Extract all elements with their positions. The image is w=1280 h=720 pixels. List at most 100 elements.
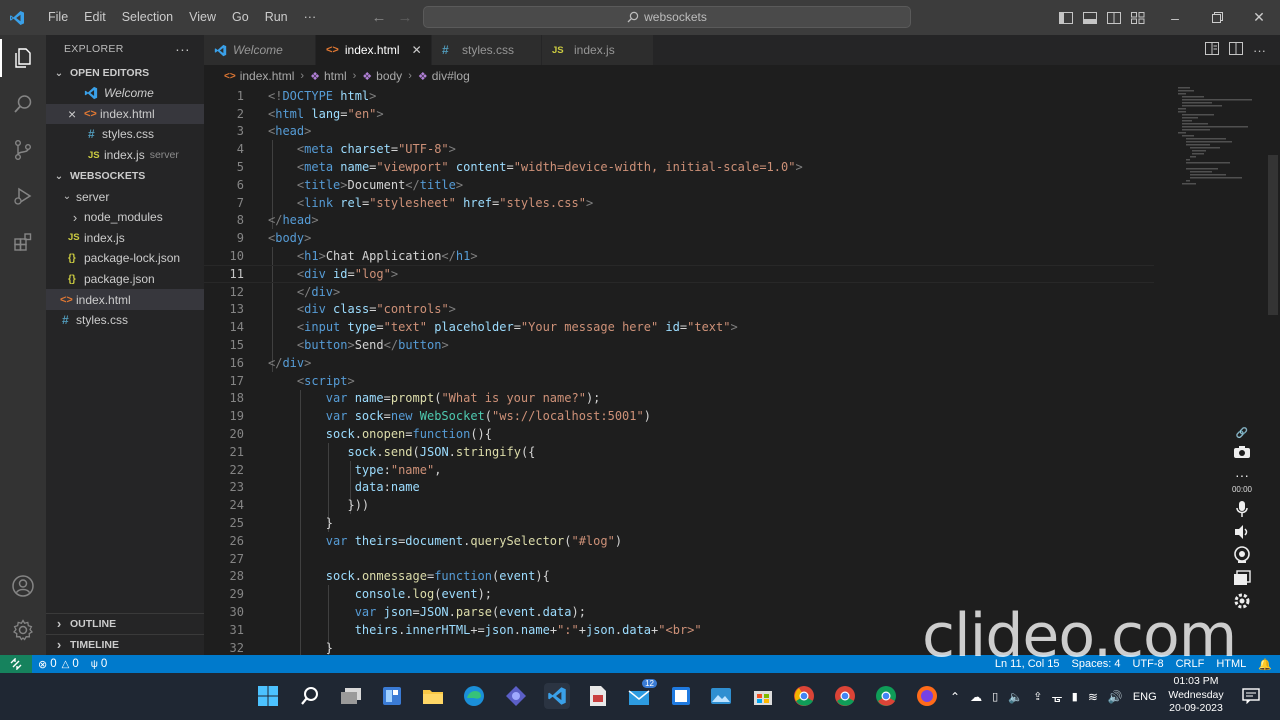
task-view-icon[interactable] (338, 683, 364, 709)
code-line[interactable]: 1 <!DOCTYPE html> (204, 87, 1154, 105)
menu-item-file[interactable]: File (40, 0, 76, 35)
vscode-taskbar-icon[interactable] (544, 683, 570, 709)
mail-icon[interactable]: 12 (627, 679, 657, 709)
onedrive-icon[interactable]: ☁ (970, 690, 982, 704)
microphone-icon[interactable] (1236, 500, 1248, 518)
window-capture-icon[interactable] (1233, 570, 1251, 586)
code-line[interactable]: 22 type:"name", (204, 461, 1154, 479)
code-line[interactable]: 6 <title>Document</title> (204, 176, 1154, 194)
restore-icon[interactable] (1196, 0, 1238, 35)
line-ending[interactable]: CRLF (1176, 658, 1205, 670)
code-line[interactable]: 32 } (204, 639, 1154, 655)
breadcrumb-body[interactable]: body (376, 69, 402, 83)
problems-indicator[interactable]: ⊗ 0 △ 0 (32, 658, 85, 671)
indentation[interactable]: Spaces: 4 (1072, 658, 1121, 670)
tree-folder-node-modules[interactable]: › node_modules (46, 207, 204, 228)
code-line[interactable]: 10 <h1>Chat Application</h1> (204, 247, 1154, 265)
code-line[interactable]: 5 <meta name="viewport" content="width=d… (204, 158, 1154, 176)
code-line[interactable]: 31 theirs.innerHTML+=json.name+":"+json.… (204, 621, 1154, 639)
tree-file-index-html[interactable]: <> index.html (46, 289, 204, 310)
command-center-search[interactable]: websockets (423, 6, 911, 28)
code-line[interactable]: 21 sock.send(JSON.stringify({ (204, 443, 1154, 461)
encoding[interactable]: UTF-8 (1132, 658, 1163, 670)
toggle-secondary-sidebar-icon[interactable] (1102, 0, 1126, 35)
code-line[interactable]: 7 <link rel="stylesheet" href="styles.cs… (204, 194, 1154, 212)
code-line[interactable]: 20 sock.onopen=function(){ (204, 425, 1154, 443)
taskbar-search-icon[interactable] (297, 683, 323, 709)
code-line[interactable]: 17 <script> (204, 372, 1154, 390)
camera-icon[interactable] (1233, 445, 1251, 459)
code-line[interactable]: 30 var json=JSON.parse(event.data); (204, 603, 1154, 621)
go-back-icon[interactable]: ← (366, 9, 392, 26)
toggle-sidebar-icon[interactable] (1054, 0, 1078, 35)
language-mode[interactable]: HTML (1216, 658, 1246, 670)
menu-item-go[interactable]: Go (224, 0, 257, 35)
minimap[interactable] (1176, 87, 1266, 187)
more-options-icon[interactable]: ··· (1235, 468, 1249, 482)
link-icon[interactable]: 🔗 (1236, 428, 1248, 439)
code-line[interactable]: 23 data:name (204, 479, 1154, 497)
code-line[interactable]: 29 console.log(event); (204, 585, 1154, 603)
code-line[interactable]: 12 </div> (204, 283, 1154, 301)
upload-icon[interactable]: ⇪ (1033, 690, 1042, 703)
whiteboard-app-icon[interactable] (668, 683, 694, 709)
ports-indicator[interactable]: ψ 0 (85, 658, 114, 670)
code-line[interactable]: 8 </head> (204, 212, 1154, 230)
source-control-icon[interactable] (0, 127, 46, 173)
notifications-bell-icon[interactable]: 🔔 (1258, 658, 1272, 671)
drive-icon[interactable]: ▯ (992, 690, 998, 703)
code-line[interactable]: 19 var sock=new WebSocket("ws://localhos… (204, 407, 1154, 425)
workspace-section[interactable]: ⌄ WEBSOCKETS (46, 166, 204, 186)
file-explorer-icon[interactable] (420, 683, 446, 709)
code-line[interactable]: 25 } (204, 514, 1154, 532)
tree-folder-server[interactable]: ⌄ server (46, 186, 204, 207)
more-actions-icon[interactable]: ··· (175, 41, 190, 57)
outline-section[interactable]: › OUTLINE (46, 613, 204, 633)
code-line[interactable]: 13 <div class="controls"> (204, 301, 1154, 319)
settings-gear-icon[interactable] (1233, 592, 1251, 610)
split-editor-icon[interactable] (1229, 42, 1243, 58)
customize-layout-icon[interactable] (1126, 0, 1150, 35)
tab-welcome[interactable]: Welcome (204, 35, 316, 65)
more-actions-icon[interactable]: ··· (1253, 43, 1266, 58)
menu-item-view[interactable]: View (181, 0, 224, 35)
tree-file-package-json[interactable]: {} package.json (46, 269, 204, 290)
code-line[interactable]: 24 })) (204, 496, 1154, 514)
chrome-dev-icon[interactable] (873, 683, 899, 709)
timeline-section[interactable]: › TIMELINE (46, 634, 204, 654)
chrome-icon[interactable] (791, 683, 817, 709)
remote-indicator-icon[interactable] (0, 655, 32, 673)
code-line[interactable]: 27 (204, 550, 1154, 568)
code-editor[interactable]: 1 <!DOCTYPE html> 2 <html lang="en"> 3 <head>… (204, 87, 1280, 655)
code-line[interactable]: 15 <button>Send</button> (204, 336, 1154, 354)
open-editor-index-js[interactable]: JS index.js server (46, 145, 204, 166)
photos-app-icon[interactable] (708, 683, 734, 709)
code-line[interactable]: 4 <meta charset="UTF-8"> (204, 140, 1154, 158)
explorer-icon[interactable] (0, 35, 46, 81)
clock[interactable]: 01:03 PM Wednesday 20-09-2023 (1164, 675, 1228, 716)
open-preview-icon[interactable] (1205, 42, 1219, 58)
open-editor-welcome[interactable]: Welcome (46, 83, 204, 104)
copilot-app-icon[interactable] (503, 683, 529, 709)
minimize-icon[interactable]: – (1154, 0, 1196, 35)
widgets-icon[interactable] (379, 683, 405, 709)
code-line[interactable]: 16 </div> (204, 354, 1154, 372)
sound-icon[interactable]: 🔊 (1108, 690, 1123, 704)
chrome-profile-icon[interactable] (832, 683, 858, 709)
breadcrumb-file[interactable]: index.html (240, 69, 295, 83)
menu-more-icon[interactable]: ··· (296, 0, 325, 35)
tree-file-index-js[interactable]: JS index.js (46, 228, 204, 249)
code-line[interactable]: 28 sock.onmessage=function(event){ (204, 568, 1154, 586)
code-line[interactable]: 18 var name=prompt("What is your name?")… (204, 390, 1154, 408)
close-tab-icon[interactable]: ✕ (412, 43, 422, 57)
close-icon[interactable]: × (68, 106, 84, 122)
store-app-icon[interactable] (750, 683, 776, 709)
code-line[interactable]: 9 <body> (204, 229, 1154, 247)
language-indicator[interactable]: ENG (1133, 691, 1157, 703)
go-forward-icon[interactable]: → (392, 9, 418, 26)
run-debug-icon[interactable] (0, 173, 46, 219)
tab-index-html[interactable]: <> index.html ✕ (316, 35, 432, 65)
scrollbar-thumb[interactable] (1268, 155, 1278, 315)
code-line[interactable]: 11 <div id="log"> (204, 265, 1154, 283)
notifications-icon[interactable] (1238, 683, 1264, 709)
